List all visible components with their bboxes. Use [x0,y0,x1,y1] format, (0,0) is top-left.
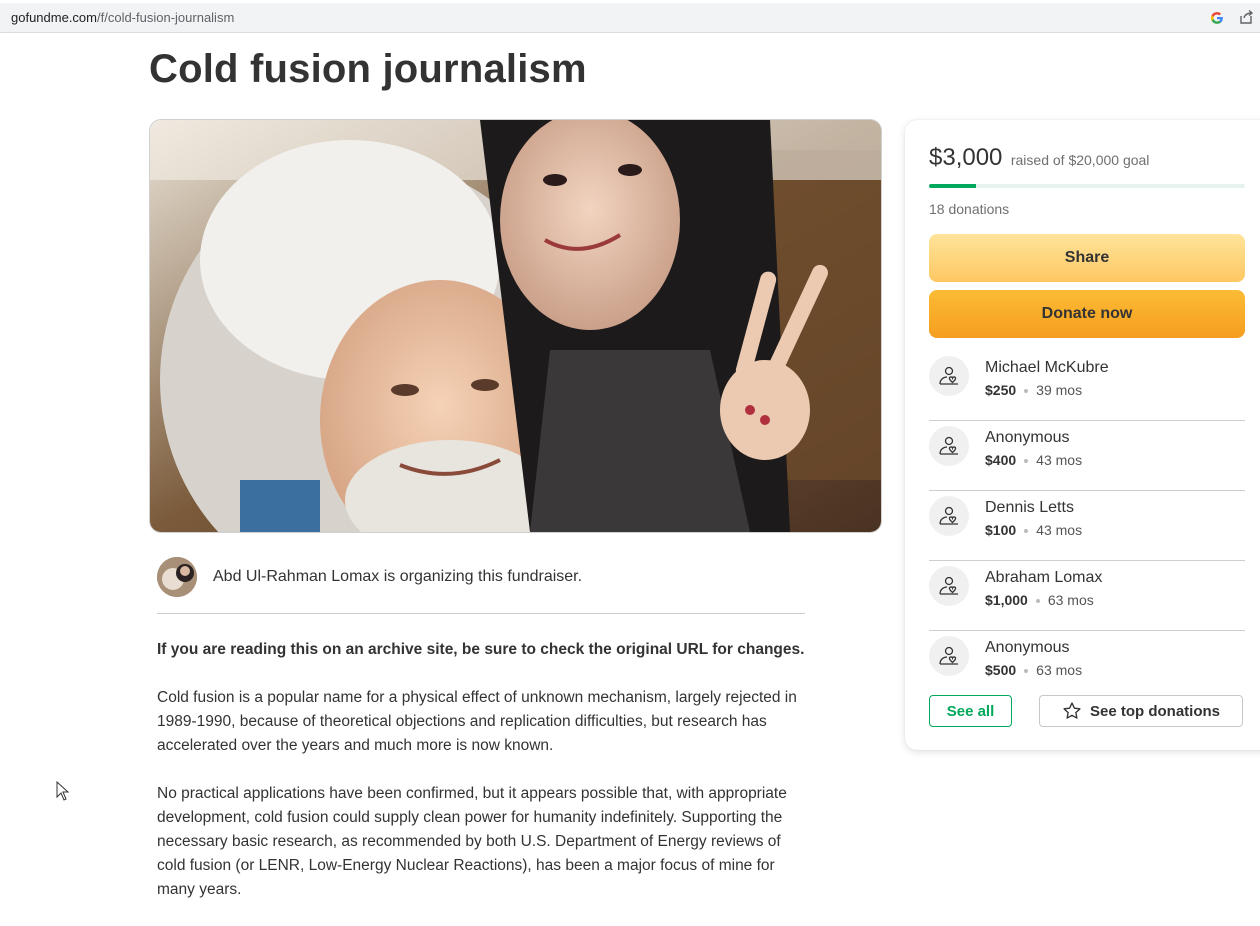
donor-name: Abraham Lomax [985,569,1103,586]
donor-heart-hand-icon [929,356,969,396]
raised-summary: $3,000 raised of $20,000 goal [929,144,1149,172]
donor-time: 43 mos [1036,452,1083,468]
share-page-icon[interactable] [1238,9,1256,27]
donor-item: Abraham Lomax $1,000 63 mos [929,560,1245,631]
donor-item: Michael McKubre $250 39 mos [929,350,1245,421]
organizer-avatar[interactable] [157,557,197,597]
donor-name: Anonymous [985,639,1070,656]
donor-heart-hand-icon [929,496,969,536]
donor-time: 43 mos [1036,522,1083,538]
separator-dot [1035,599,1040,604]
donor-meta: $250 39 mos [985,382,1082,398]
donor-name: Anonymous [985,429,1070,446]
campaign-story: If you are reading this on an archive si… [157,638,807,926]
donor-amount: $1,000 [985,592,1028,608]
organizer-row: Abd Ul-Rahman Lomax is organizing this f… [157,557,805,614]
donor-name: Michael McKubre [985,359,1109,376]
story-paragraph: No practical applications have been conf… [157,785,787,898]
mouse-cursor-icon [56,780,70,806]
page-title: Cold fusion journalism [149,47,587,91]
see-top-donations-button[interactable]: See top donations [1039,695,1243,727]
separator-dot [1024,529,1029,534]
donor-meta: $400 43 mos [985,452,1082,468]
address-bar[interactable]: gofundme.com/f/cold-fusion-journalism [0,3,1260,33]
goal-text: raised of $20,000 goal [1010,152,1150,168]
donor-amount: $100 [985,522,1017,538]
url-path: /f/cold-fusion-journalism [97,10,235,25]
donor-meta: $100 43 mos [985,522,1082,538]
see-all-button[interactable]: See all [929,695,1012,727]
donor-time: 63 mos [1036,662,1083,678]
share-button[interactable]: Share [929,234,1245,282]
separator-dot [1024,669,1029,674]
donor-time: 63 mos [1047,592,1094,608]
story-paragraph-archive-notice: If you are reading this on an archive si… [157,641,805,658]
star-icon [1063,702,1081,719]
organizer-text: Abd Ul-Rahman Lomax is organizing this f… [213,568,583,585]
donation-count: 18 donations [929,201,1010,217]
donor-heart-hand-icon [929,566,969,606]
address-bar-icons [1208,9,1256,27]
raised-amount: $3,000 [929,144,1003,171]
donor-name: Dennis Letts [985,499,1074,516]
google-icon[interactable] [1208,9,1226,27]
donate-now-button[interactable]: Donate now [929,290,1245,338]
donor-amount: $500 [985,662,1017,678]
url-host: gofundme.com [11,10,97,25]
donor-item: Anonymous $500 63 mos [929,630,1245,700]
donor-heart-hand-icon [929,426,969,466]
donor-amount: $400 [985,452,1017,468]
story-paragraph: Cold fusion is a popular name for a phys… [157,689,797,754]
separator-dot [1024,389,1029,394]
donor-amount: $250 [985,382,1017,398]
donor-item: Dennis Letts $100 43 mos [929,490,1245,561]
donor-heart-hand-icon [929,636,969,676]
campaign-photo[interactable] [149,119,882,533]
donor-meta: $500 63 mos [985,662,1082,678]
separator-dot [1024,459,1029,464]
url-text[interactable]: gofundme.com/f/cold-fusion-journalism [11,10,234,25]
donor-time: 39 mos [1036,382,1083,398]
progress-bar [929,184,1245,188]
donor-item: Anonymous $400 43 mos [929,420,1245,491]
donor-meta: $1,000 63 mos [985,592,1094,608]
progress-bar-fill [929,184,977,188]
see-top-donations-label: See top donations [1089,702,1220,720]
donation-card: $3,000 raised of $20,000 goal 18 donatio… [905,120,1260,750]
